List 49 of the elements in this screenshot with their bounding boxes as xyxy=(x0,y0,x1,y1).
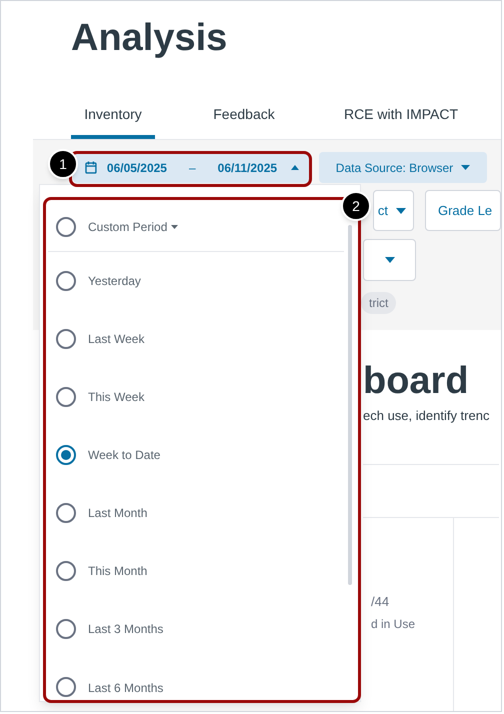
page-title: Analysis xyxy=(71,16,228,61)
caret-down-icon xyxy=(396,208,406,214)
radio-button[interactable] xyxy=(56,329,76,349)
calendar-icon xyxy=(85,161,97,174)
date-value: 06/11/2025 xyxy=(218,160,278,176)
caret-up-icon xyxy=(291,165,299,170)
radio-button[interactable] xyxy=(56,619,76,639)
data-source-button[interactable]: Data Source: Browser xyxy=(319,152,487,183)
dashboard-heading: board xyxy=(363,359,469,404)
period-option[interactable]: Last 3 Months xyxy=(48,600,344,658)
period-option[interactable]: Last 6 Months xyxy=(48,658,344,699)
period-option[interactable]: Week to Date xyxy=(48,426,344,484)
card-count: /44 xyxy=(371,592,390,610)
period-option[interactable]: Last Week xyxy=(48,310,344,368)
radio-button[interactable] xyxy=(56,445,76,465)
period-option[interactable]: This Month xyxy=(48,542,344,600)
radio-button[interactable] xyxy=(56,561,76,581)
card-label: d in Use xyxy=(371,616,416,633)
dashboard-description: ech use, identify trenc xyxy=(363,407,490,425)
option-label: This Month xyxy=(88,563,148,580)
scrollbar-thumb[interactable] xyxy=(348,225,352,585)
date-range-button[interactable]: 06/05/2025 – 06/11/2025 xyxy=(73,152,311,183)
option-label: Last 6 Months xyxy=(88,680,164,697)
radio-button[interactable] xyxy=(56,271,76,291)
period-option[interactable]: This Week xyxy=(48,368,344,426)
period-option[interactable]: Last Month xyxy=(48,484,344,542)
period-option[interactable]: Custom Period xyxy=(48,202,344,252)
option-label: Custom Period xyxy=(88,218,168,236)
caret-down-icon xyxy=(384,257,394,263)
tab[interactable]: RCE with IMPACT xyxy=(319,93,483,139)
filter-chip: trict xyxy=(361,292,396,314)
option-label: Last Week xyxy=(88,331,144,348)
radio-button[interactable] xyxy=(56,387,76,407)
option-label: Last Month xyxy=(88,505,148,522)
tab[interactable]: Feedback xyxy=(189,93,299,139)
caret-down-icon xyxy=(171,224,178,228)
option-label: Yesterday xyxy=(88,273,141,290)
date-value: 06/05/2025 xyxy=(106,160,167,176)
period-option[interactable]: Yesterday xyxy=(48,252,344,310)
option-label: Last 3 Months xyxy=(88,621,164,638)
caret-down-icon xyxy=(461,165,470,170)
filter-dropdown[interactable]: Grade Le xyxy=(424,190,501,231)
radio-button[interactable] xyxy=(56,677,76,697)
radio-button[interactable] xyxy=(56,216,76,236)
date-separator: – xyxy=(188,160,196,176)
option-label: Week to Date xyxy=(88,447,160,464)
filter-dropdown[interactable]: ct xyxy=(373,190,414,231)
option-label: This Week xyxy=(88,389,144,406)
radio-button[interactable] xyxy=(56,503,76,523)
